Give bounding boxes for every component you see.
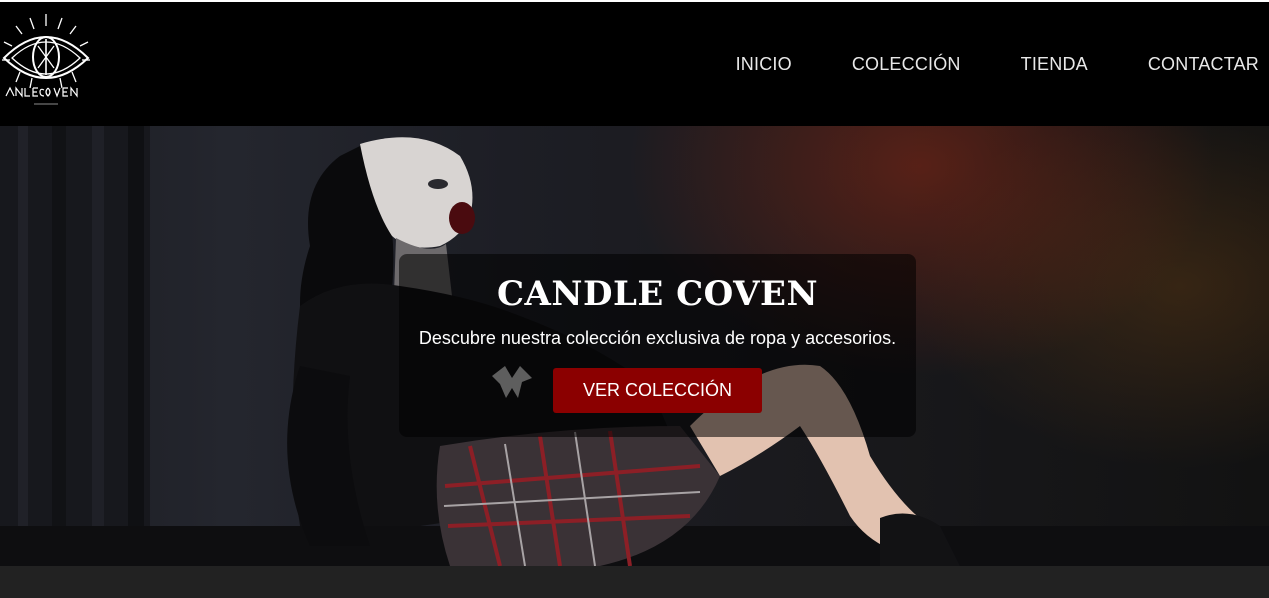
hero-section: CANDLE COVEN Descubre nuestra colección … [0, 126, 1269, 566]
hero-title: CANDLE COVEN [496, 274, 819, 314]
nav-item-inicio[interactable]: INICIO [736, 48, 792, 81]
next-section-band [0, 566, 1269, 598]
site-header: INICIO COLECCIÓN TIENDA CONTACTAR [0, 2, 1269, 126]
hero-overlay: CANDLE COVEN Descubre nuestra colección … [399, 254, 916, 437]
main-nav: INICIO COLECCIÓN TIENDA CONTACTAR [736, 2, 1269, 126]
nav-item-tienda[interactable]: TIENDA [1021, 48, 1088, 81]
ver-coleccion-button[interactable]: VER COLECCIÓN [553, 368, 762, 413]
eye-logo-icon[interactable] [0, 12, 92, 116]
nav-item-coleccion[interactable]: COLECCIÓN [852, 48, 961, 81]
hero-subtitle: Descubre nuestra colección exclusiva de … [418, 328, 897, 348]
nav-item-contactar[interactable]: CONTACTAR [1148, 48, 1259, 81]
